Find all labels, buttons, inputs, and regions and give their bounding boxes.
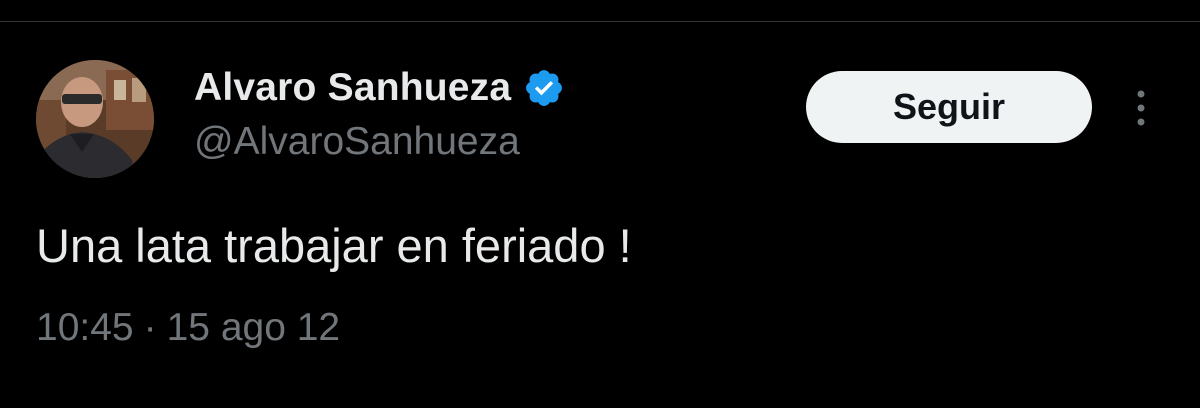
verified-badge-icon[interactable] <box>523 67 565 109</box>
author-display-name[interactable]: Alvaro Sanhueza <box>194 66 511 110</box>
tweet-date[interactable]: 15 ago 12 <box>167 306 341 350</box>
follow-button[interactable]: Seguir <box>806 71 1092 143</box>
tweet-timestamp[interactable]: 10:45 · 15 ago 12 <box>36 306 340 350</box>
author-name-row[interactable]: Alvaro Sanhueza <box>194 62 565 114</box>
tweet-text: Una lata trabajar en feriado ! <box>36 219 632 272</box>
tweet-time[interactable]: 10:45 <box>36 306 134 350</box>
more-options-icon[interactable] <box>1124 86 1158 130</box>
avatar-photo <box>36 60 154 178</box>
avatar[interactable] <box>36 60 154 178</box>
top-divider <box>0 21 1200 22</box>
meta-separator: · <box>143 306 157 349</box>
author-handle[interactable]: @AlvaroSanhueza <box>194 120 520 164</box>
